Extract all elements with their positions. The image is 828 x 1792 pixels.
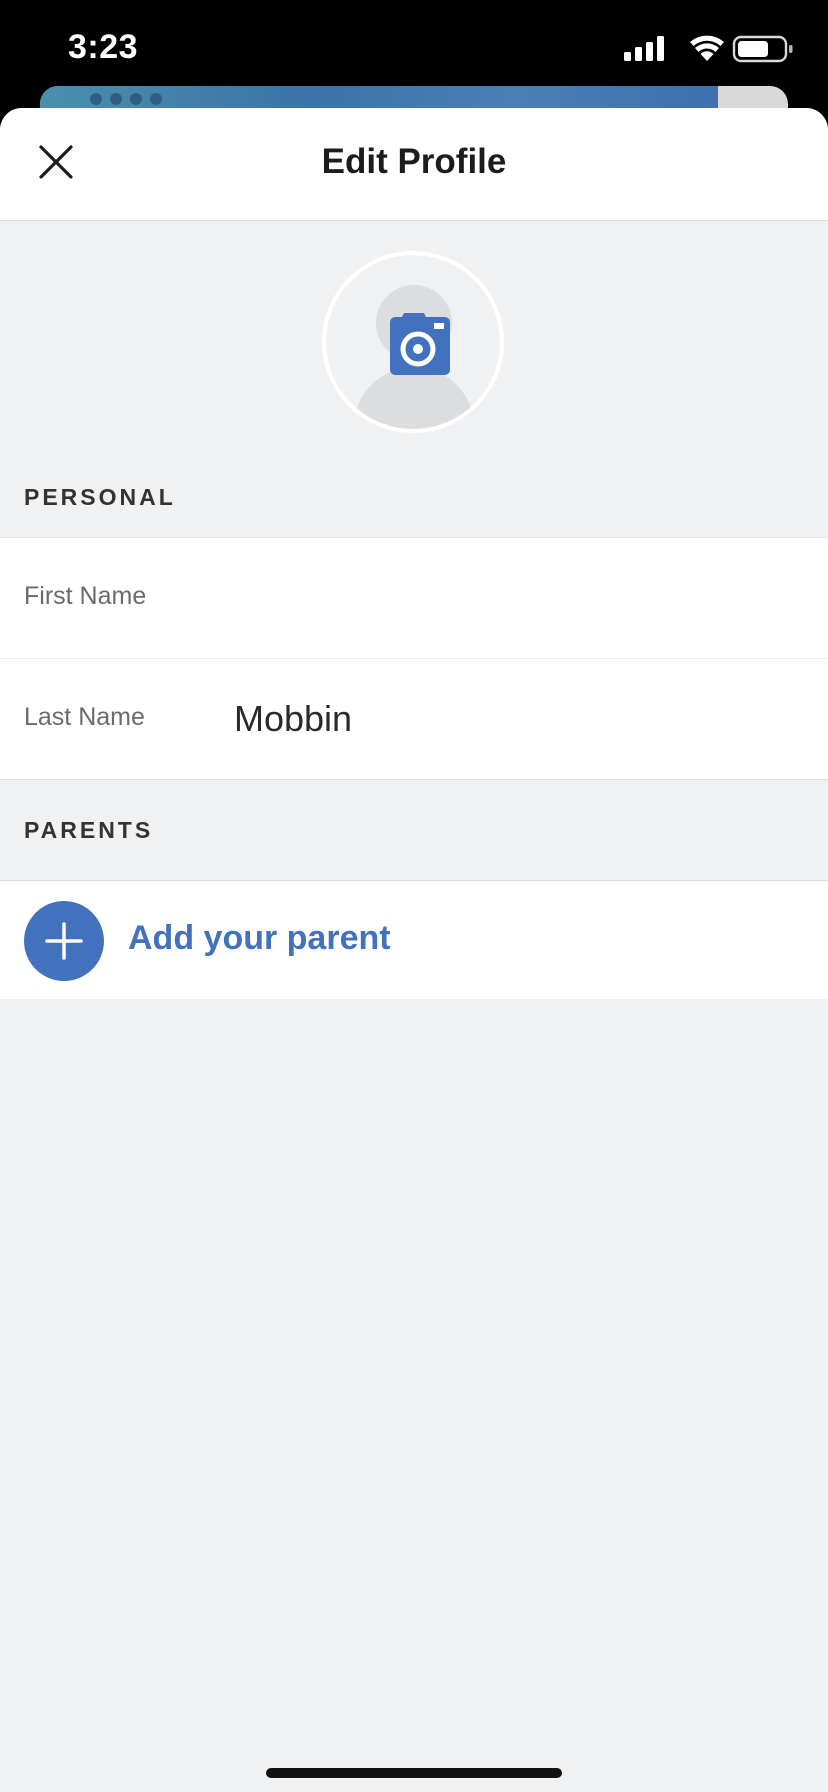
first-name-row[interactable]: First Name xyxy=(0,538,828,658)
add-parent-circle xyxy=(24,901,104,981)
avatar-section xyxy=(0,221,828,443)
avatar-button[interactable] xyxy=(322,251,504,433)
status-bar: 3:23 xyxy=(0,0,828,100)
battery-icon xyxy=(732,35,793,63)
page-title: Edit Profile xyxy=(321,142,507,181)
section-header-personal: PERSONAL xyxy=(24,484,176,510)
last-name-field[interactable] xyxy=(234,687,794,751)
status-icons xyxy=(624,34,796,64)
home-indicator xyxy=(266,1768,562,1778)
camera-icon xyxy=(390,313,450,375)
wifi-icon xyxy=(690,35,724,61)
plus-icon xyxy=(45,922,83,960)
personal-form: First Name Last Name xyxy=(0,537,828,780)
cellular-signal-icon xyxy=(624,36,664,61)
status-time: 3:23 xyxy=(68,28,139,66)
edit-profile-sheet: Edit Profile PERSONAL First Name Last Na… xyxy=(0,108,828,1792)
avatar-placeholder xyxy=(326,255,500,429)
first-name-field[interactable] xyxy=(234,566,794,630)
sheet-header: Edit Profile xyxy=(0,108,828,221)
section-header-parents: PARENTS xyxy=(24,816,154,843)
last-name-label: Last Name xyxy=(24,703,145,731)
screen: 3:23 Edit Profile PERSONAL First Name La… xyxy=(0,0,828,1792)
first-name-label: First Name xyxy=(24,582,147,610)
last-name-row[interactable]: Last Name xyxy=(0,658,828,779)
add-parent-button[interactable]: Add your parent xyxy=(0,880,828,999)
add-parent-label: Add your parent xyxy=(128,919,391,957)
